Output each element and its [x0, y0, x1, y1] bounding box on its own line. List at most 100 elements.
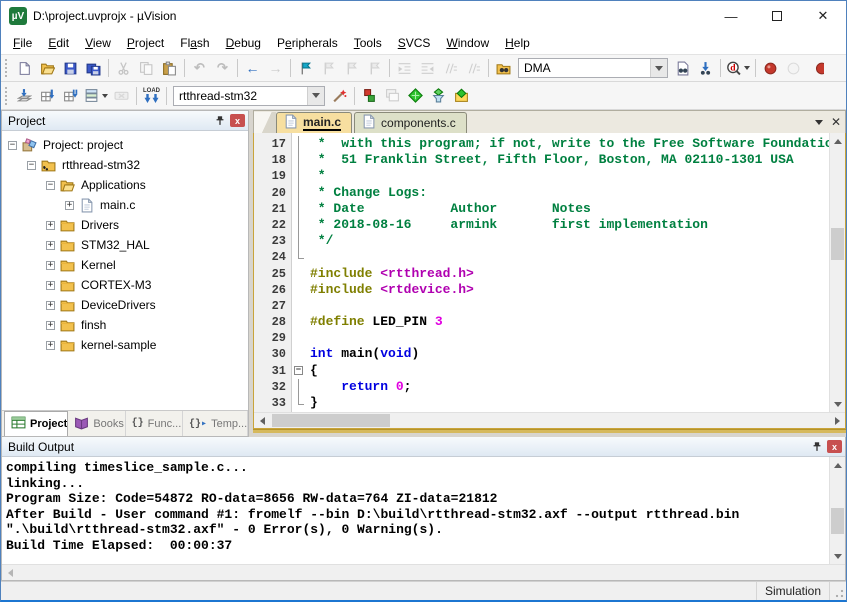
- menu-tools[interactable]: Tools: [346, 33, 390, 53]
- batch-build-caret-icon[interactable]: [102, 94, 108, 98]
- panel-tab-books[interactable]: Books: [68, 411, 125, 436]
- insert-remove-breakpoint-button[interactable]: [759, 57, 782, 79]
- rebuild-all-button[interactable]: [59, 85, 82, 107]
- code-area[interactable]: 1718192021222324252627282930313233 − * w…: [254, 133, 845, 412]
- tree-item-project-project[interactable]: −Project: project: [2, 135, 248, 155]
- expand-icon[interactable]: +: [46, 221, 55, 230]
- scroll-left-button[interactable]: [2, 565, 18, 581]
- new-file-button[interactable]: [13, 57, 36, 79]
- expand-icon[interactable]: +: [46, 321, 55, 330]
- project-panel-close-button[interactable]: x: [230, 114, 245, 127]
- resize-grip[interactable]: [830, 582, 846, 600]
- tree-item-devicedrivers[interactable]: +DeviceDrivers: [2, 295, 248, 315]
- code-text[interactable]: * with this program; if not, write to th…: [306, 133, 829, 412]
- editor-horizontal-scrollbar[interactable]: [254, 412, 845, 428]
- manage-run-time-environment-button[interactable]: [404, 85, 427, 107]
- tree-item-applications[interactable]: −Applications: [2, 175, 248, 195]
- uncomment-selection-button[interactable]: [462, 57, 485, 79]
- batch-build-button[interactable]: [82, 85, 110, 107]
- collapse-icon[interactable]: −: [8, 141, 17, 150]
- toolbar-grip[interactable]: [5, 87, 10, 105]
- select-software-packs-button[interactable]: [427, 85, 450, 107]
- enable-disable-breakpoint-button[interactable]: [782, 57, 805, 79]
- scroll-up-button[interactable]: [830, 457, 846, 473]
- bookmark-next-button[interactable]: [317, 57, 340, 79]
- translate-file-button[interactable]: [13, 85, 36, 107]
- build-output-close-button[interactable]: x: [827, 440, 842, 453]
- multi-project-workspace-button[interactable]: [381, 85, 404, 107]
- scroll-down-button[interactable]: [830, 396, 846, 412]
- manage-components-button[interactable]: [358, 85, 381, 107]
- pin-icon[interactable]: [212, 114, 228, 128]
- save-button[interactable]: [59, 57, 82, 79]
- open-file-button[interactable]: [36, 57, 59, 79]
- tree-item-stm32-hal[interactable]: +STM32_HAL: [2, 235, 248, 255]
- editor-vscroll-thumb[interactable]: [831, 228, 844, 260]
- tree-item-finsh[interactable]: +finsh: [2, 315, 248, 335]
- menu-edit[interactable]: Edit: [40, 33, 77, 53]
- editor-close-icon[interactable]: ✕: [831, 115, 841, 129]
- redo-button[interactable]: ↷: [211, 57, 234, 79]
- minimize-button[interactable]: —: [708, 1, 754, 31]
- menu-window[interactable]: Window: [438, 33, 497, 53]
- panel-tab-temp[interactable]: {}▸Temp...: [183, 411, 248, 436]
- find-in-files-button[interactable]: [492, 57, 515, 79]
- menu-svcs[interactable]: SVCS: [390, 33, 439, 53]
- scroll-down-button[interactable]: [830, 548, 846, 564]
- cut-button[interactable]: [112, 57, 135, 79]
- bookmark-toggle-button[interactable]: [294, 57, 317, 79]
- paste-button[interactable]: [158, 57, 181, 79]
- search-combo[interactable]: DMA: [518, 58, 668, 78]
- run-to-line-debug-caret-icon[interactable]: [744, 66, 750, 70]
- tree-item-rtthread-stm32[interactable]: −rtthread-stm32: [2, 155, 248, 175]
- editor-hscroll-thumb[interactable]: [272, 414, 390, 427]
- collapse-icon[interactable]: −: [46, 181, 55, 190]
- comment-selection-button[interactable]: [439, 57, 462, 79]
- fold-mark[interactable]: −: [292, 363, 306, 379]
- pin-icon[interactable]: [809, 440, 825, 454]
- menu-debug[interactable]: Debug: [218, 33, 269, 53]
- target-options-button[interactable]: [328, 85, 351, 107]
- expand-icon[interactable]: +: [46, 301, 55, 310]
- editor-tab-components-c[interactable]: components.c: [354, 112, 467, 133]
- pack-installer-button[interactable]: [450, 85, 473, 107]
- copy-button[interactable]: [135, 57, 158, 79]
- search-combo-dropdown-button[interactable]: [650, 59, 667, 77]
- panel-tab-project[interactable]: Project: [4, 411, 68, 436]
- bookmark-clear-all-button[interactable]: [363, 57, 386, 79]
- incremental-find-button[interactable]: [694, 57, 717, 79]
- indent-right-button[interactable]: [393, 57, 416, 79]
- close-button[interactable]: ✕: [800, 1, 846, 31]
- scroll-left-button[interactable]: [254, 413, 270, 429]
- find-in-files-dialog-button[interactable]: [671, 57, 694, 79]
- download-to-flash-button[interactable]: LOAD: [140, 85, 163, 107]
- fold-margin[interactable]: −: [292, 133, 306, 412]
- indent-left-button[interactable]: [416, 57, 439, 79]
- save-all-button[interactable]: [82, 57, 105, 79]
- maximize-button[interactable]: [754, 1, 800, 31]
- expand-icon[interactable]: +: [46, 341, 55, 350]
- menu-view[interactable]: View: [77, 33, 119, 53]
- editor-vertical-scrollbar[interactable]: [829, 133, 845, 412]
- expand-icon[interactable]: +: [46, 281, 55, 290]
- expand-icon[interactable]: +: [65, 201, 74, 210]
- target-combo[interactable]: rtthread-stm32: [173, 86, 325, 106]
- navigate-forward-button[interactable]: →: [264, 57, 287, 79]
- build-output-horizontal-scrollbar[interactable]: [2, 564, 845, 580]
- tree-item-kernel-sample[interactable]: +kernel-sample: [2, 335, 248, 355]
- stop-build-button[interactable]: [110, 85, 133, 107]
- build-output-vertical-scrollbar[interactable]: [829, 457, 845, 564]
- toolbar-grip[interactable]: [5, 59, 10, 77]
- undo-button[interactable]: ↶: [188, 57, 211, 79]
- tree-item-main-c[interactable]: +main.c: [2, 195, 248, 215]
- run-to-line-debug-button[interactable]: d: [724, 57, 752, 79]
- expand-icon[interactable]: +: [46, 241, 55, 250]
- disable-all-breakpoints-button[interactable]: [805, 57, 828, 79]
- navigate-back-button[interactable]: ←: [241, 57, 264, 79]
- collapse-icon[interactable]: −: [27, 161, 36, 170]
- menu-peripherals[interactable]: Peripherals: [269, 33, 346, 53]
- bookmark-prev-button[interactable]: [340, 57, 363, 79]
- build-vscroll-thumb[interactable]: [831, 508, 844, 534]
- menu-flash[interactable]: Flash: [172, 33, 217, 53]
- tab-list-dropdown-icon[interactable]: [815, 120, 823, 125]
